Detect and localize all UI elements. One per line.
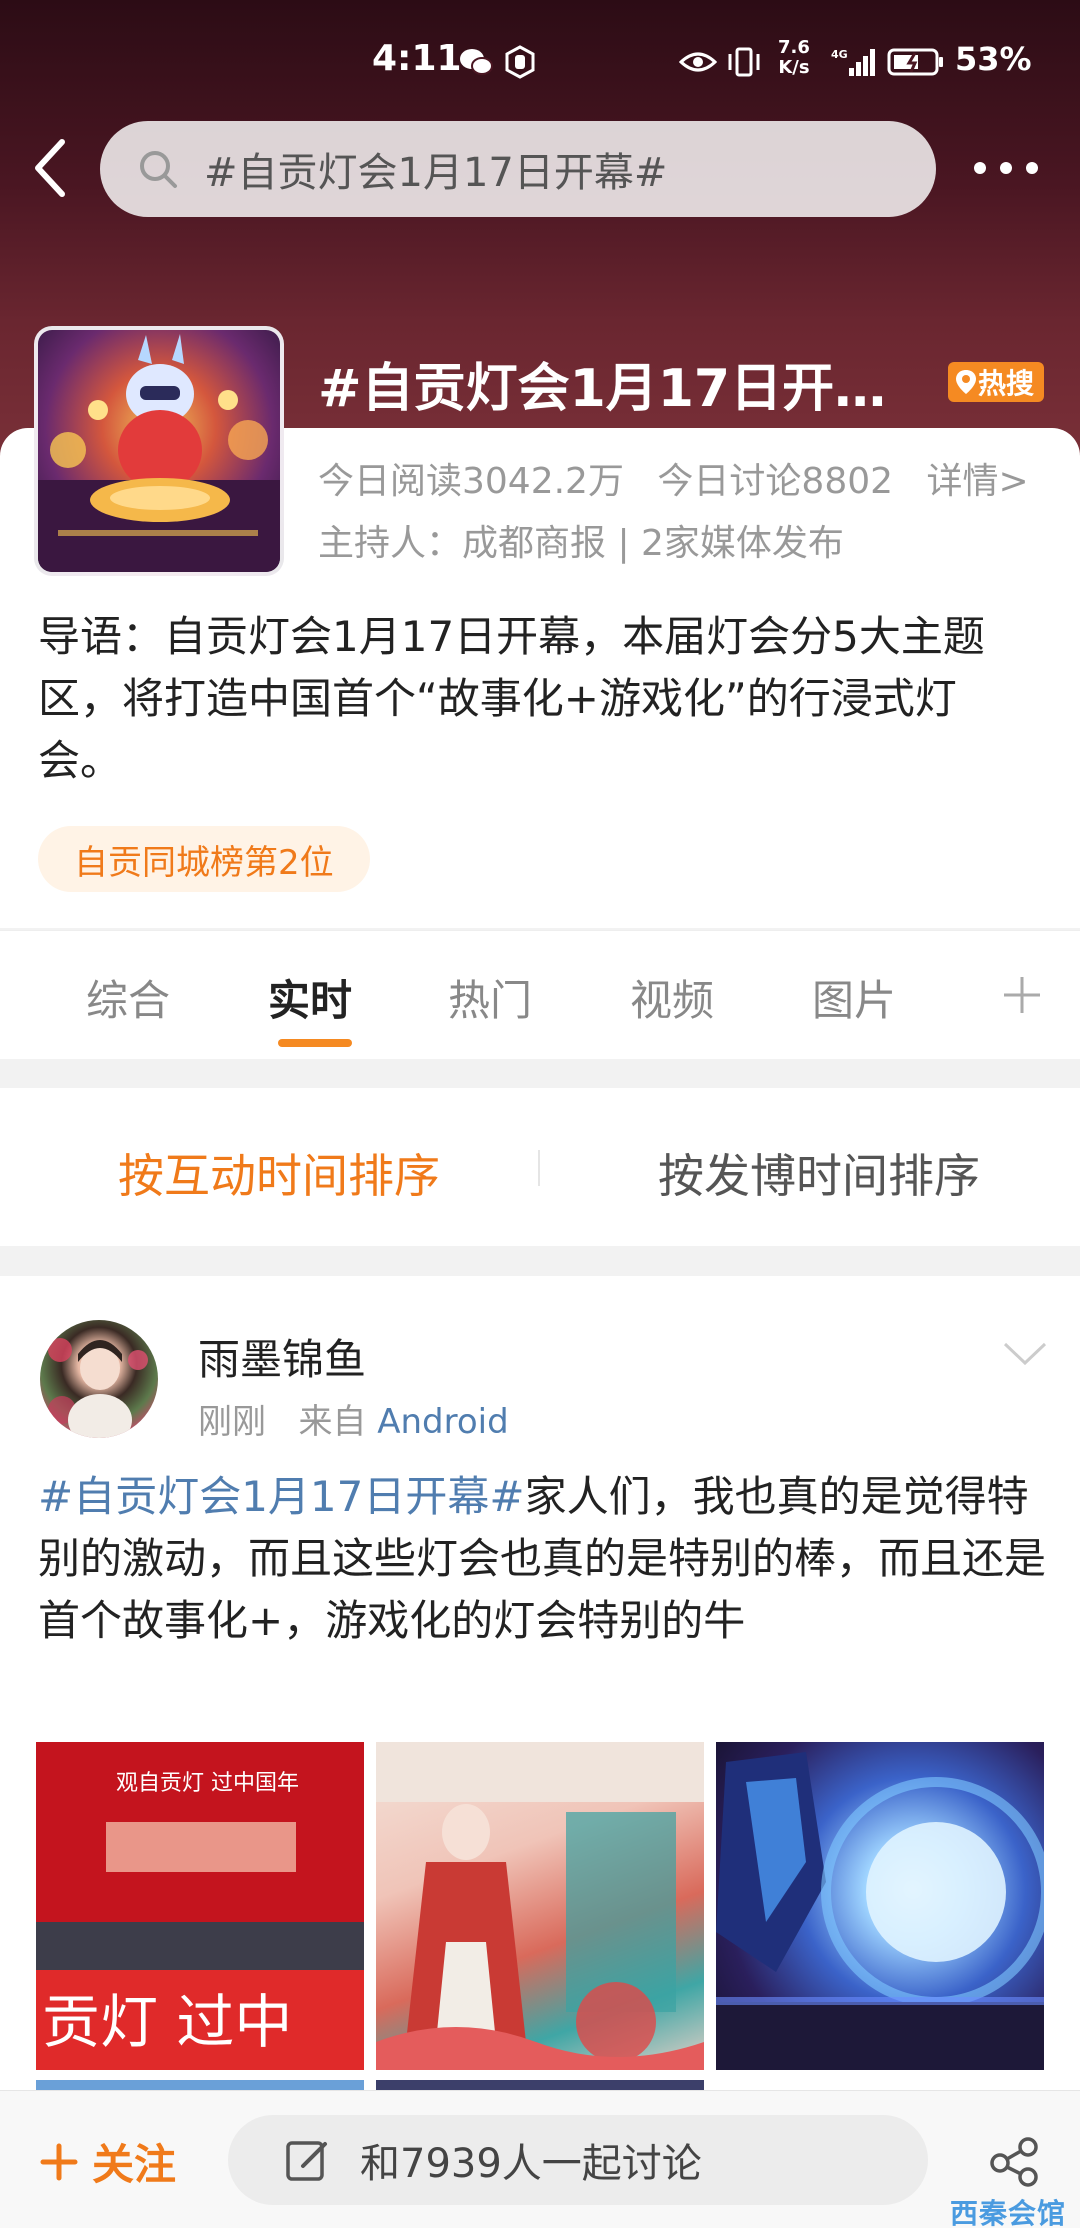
status-bar: 4:11 7.6 K/s 4G 53% (0, 30, 1080, 94)
post-text: #自贡灯会1月17日开幕#家人们，我也真的是觉得特别的激动，而且这些灯会也真的是… (38, 1466, 1048, 1652)
battery-percent: 53% (955, 40, 1032, 78)
hand-icon (500, 44, 540, 80)
back-button[interactable] (22, 136, 78, 200)
battery-icon (886, 44, 946, 80)
post-image-2[interactable] (376, 1742, 704, 2070)
post-menu-button[interactable] (1000, 1334, 1050, 1374)
share-button[interactable] (988, 2135, 1040, 2187)
post-author-name[interactable]: 雨墨锦鱼 (198, 1326, 366, 1387)
sort-by-post-time[interactable]: 按发博时间排序 (658, 1140, 980, 1206)
topic-detail-link[interactable]: 详情> (927, 461, 1029, 502)
weibo-topic-screen: 4:11 7.6 K/s 4G 53% #自贡灯会1月17日开幕# #自贡灯会1… (0, 0, 1080, 2228)
bottom-action-bar: 关注 和7939人一起讨论 (0, 2090, 1080, 2228)
add-tab-button[interactable] (998, 971, 1046, 1019)
topic-host: 主持人：成都商报 | 2家媒体发布 (318, 523, 844, 564)
post-image-3[interactable] (716, 1742, 1044, 2070)
post-meta: 刚刚 来自 Android (198, 1394, 509, 1443)
topic-stats: 今日阅读3042.2万 今日讨论8802 详情> (318, 452, 1051, 504)
image-banner-text: 观自贡灯 过中国年 (116, 1771, 299, 1796)
city-rank-badge[interactable]: 自贡同城榜第2位 (38, 826, 370, 892)
back-arrow-icon (35, 139, 65, 197)
edit-icon (284, 2137, 330, 2183)
search-icon (136, 147, 180, 191)
topic-title: #自贡灯会1月17日开… (318, 359, 887, 419)
plus-icon (1004, 977, 1040, 1013)
more-dots-icon (974, 162, 1038, 174)
scifi-lantern-image (716, 1752, 1044, 2070)
tab-bar: 综合 实时 热门 视频 图片 (0, 930, 1080, 1059)
follow-button[interactable]: 关注 (40, 2131, 176, 2192)
location-pin-icon (956, 370, 976, 394)
tab-pictures[interactable]: 图片 (812, 967, 896, 1028)
svg-text:4G: 4G (831, 48, 848, 61)
tab-realtime[interactable]: 实时 (268, 967, 352, 1028)
hot-search-label: 热搜 (978, 367, 1035, 400)
eye-icon (678, 44, 718, 80)
signal-icon: 4G (830, 44, 880, 80)
discussion-placeholder: 和7939人一起讨论 (360, 2141, 702, 2187)
wechat-icon (456, 44, 496, 80)
stage-image: 观自贡灯 过中国年 贡灯 过中 (36, 1742, 364, 2070)
sort-by-interaction[interactable]: 按互动时间排序 (118, 1140, 440, 1206)
post-image-1[interactable]: 观自贡灯 过中国年 贡灯 过中 (36, 1742, 364, 2070)
hot-search-badge[interactable]: 热搜 (948, 362, 1045, 402)
search-bar[interactable]: #自贡灯会1月17日开幕# (100, 121, 936, 217)
chevron-down-icon (1003, 1342, 1047, 1366)
hanfu-image (376, 1742, 704, 2070)
topic-reads: 今日阅读3042.2万 (318, 461, 624, 502)
topic-cover-image[interactable] (34, 326, 284, 576)
topic-intro: 导语：自贡灯会1月17日开幕，本届灯会分5大主题区，将打造中国首个“故事化+游戏… (38, 612, 985, 785)
watermark: 西秦会馆 (950, 2197, 1067, 2228)
post-time: 刚刚 (198, 1402, 266, 1442)
plus-icon (40, 2143, 78, 2180)
network-speed-unit: K/s (778, 57, 810, 78)
tab-hot[interactable]: 热门 (448, 967, 532, 1028)
more-options-button[interactable] (968, 140, 1044, 196)
share-icon (990, 2137, 1038, 2187)
post-card: 雨墨锦鱼 刚刚 来自 Android #自贡灯会1月17日开幕#家人们，我也真的… (0, 1276, 1080, 2228)
sort-bar: 按互动时间排序 按发博时间排序 (0, 1088, 1080, 1246)
post-source-prefix: 来自 (298, 1402, 367, 1442)
image-big-text: 贡灯 过中 (42, 1988, 292, 2056)
tab-general[interactable]: 综合 (86, 967, 170, 1028)
sort-divider (538, 1150, 540, 1186)
active-tab-indicator (278, 1039, 352, 1047)
follow-label: 关注 (92, 2140, 177, 2189)
post-source[interactable]: Android (377, 1402, 508, 1442)
post-hashtag[interactable]: #自贡灯会1月17日开幕# (38, 1472, 525, 1521)
status-time: 4:11 (372, 38, 462, 79)
lantern-rabbit-illustration (38, 334, 280, 572)
avatar[interactable] (40, 1320, 158, 1438)
topic-discussions: 今日讨论8802 (657, 461, 894, 502)
discussion-input[interactable]: 和7939人一起讨论 (228, 2115, 928, 2205)
network-speed-value: 7.6 (778, 37, 810, 58)
tab-video[interactable]: 视频 (630, 967, 714, 1028)
network-speed: 7.6 K/s (778, 38, 810, 78)
vibrate-icon (724, 44, 764, 80)
search-query: #自贡灯会1月17日开幕# (204, 150, 668, 196)
avatar-image (48, 1338, 148, 1438)
